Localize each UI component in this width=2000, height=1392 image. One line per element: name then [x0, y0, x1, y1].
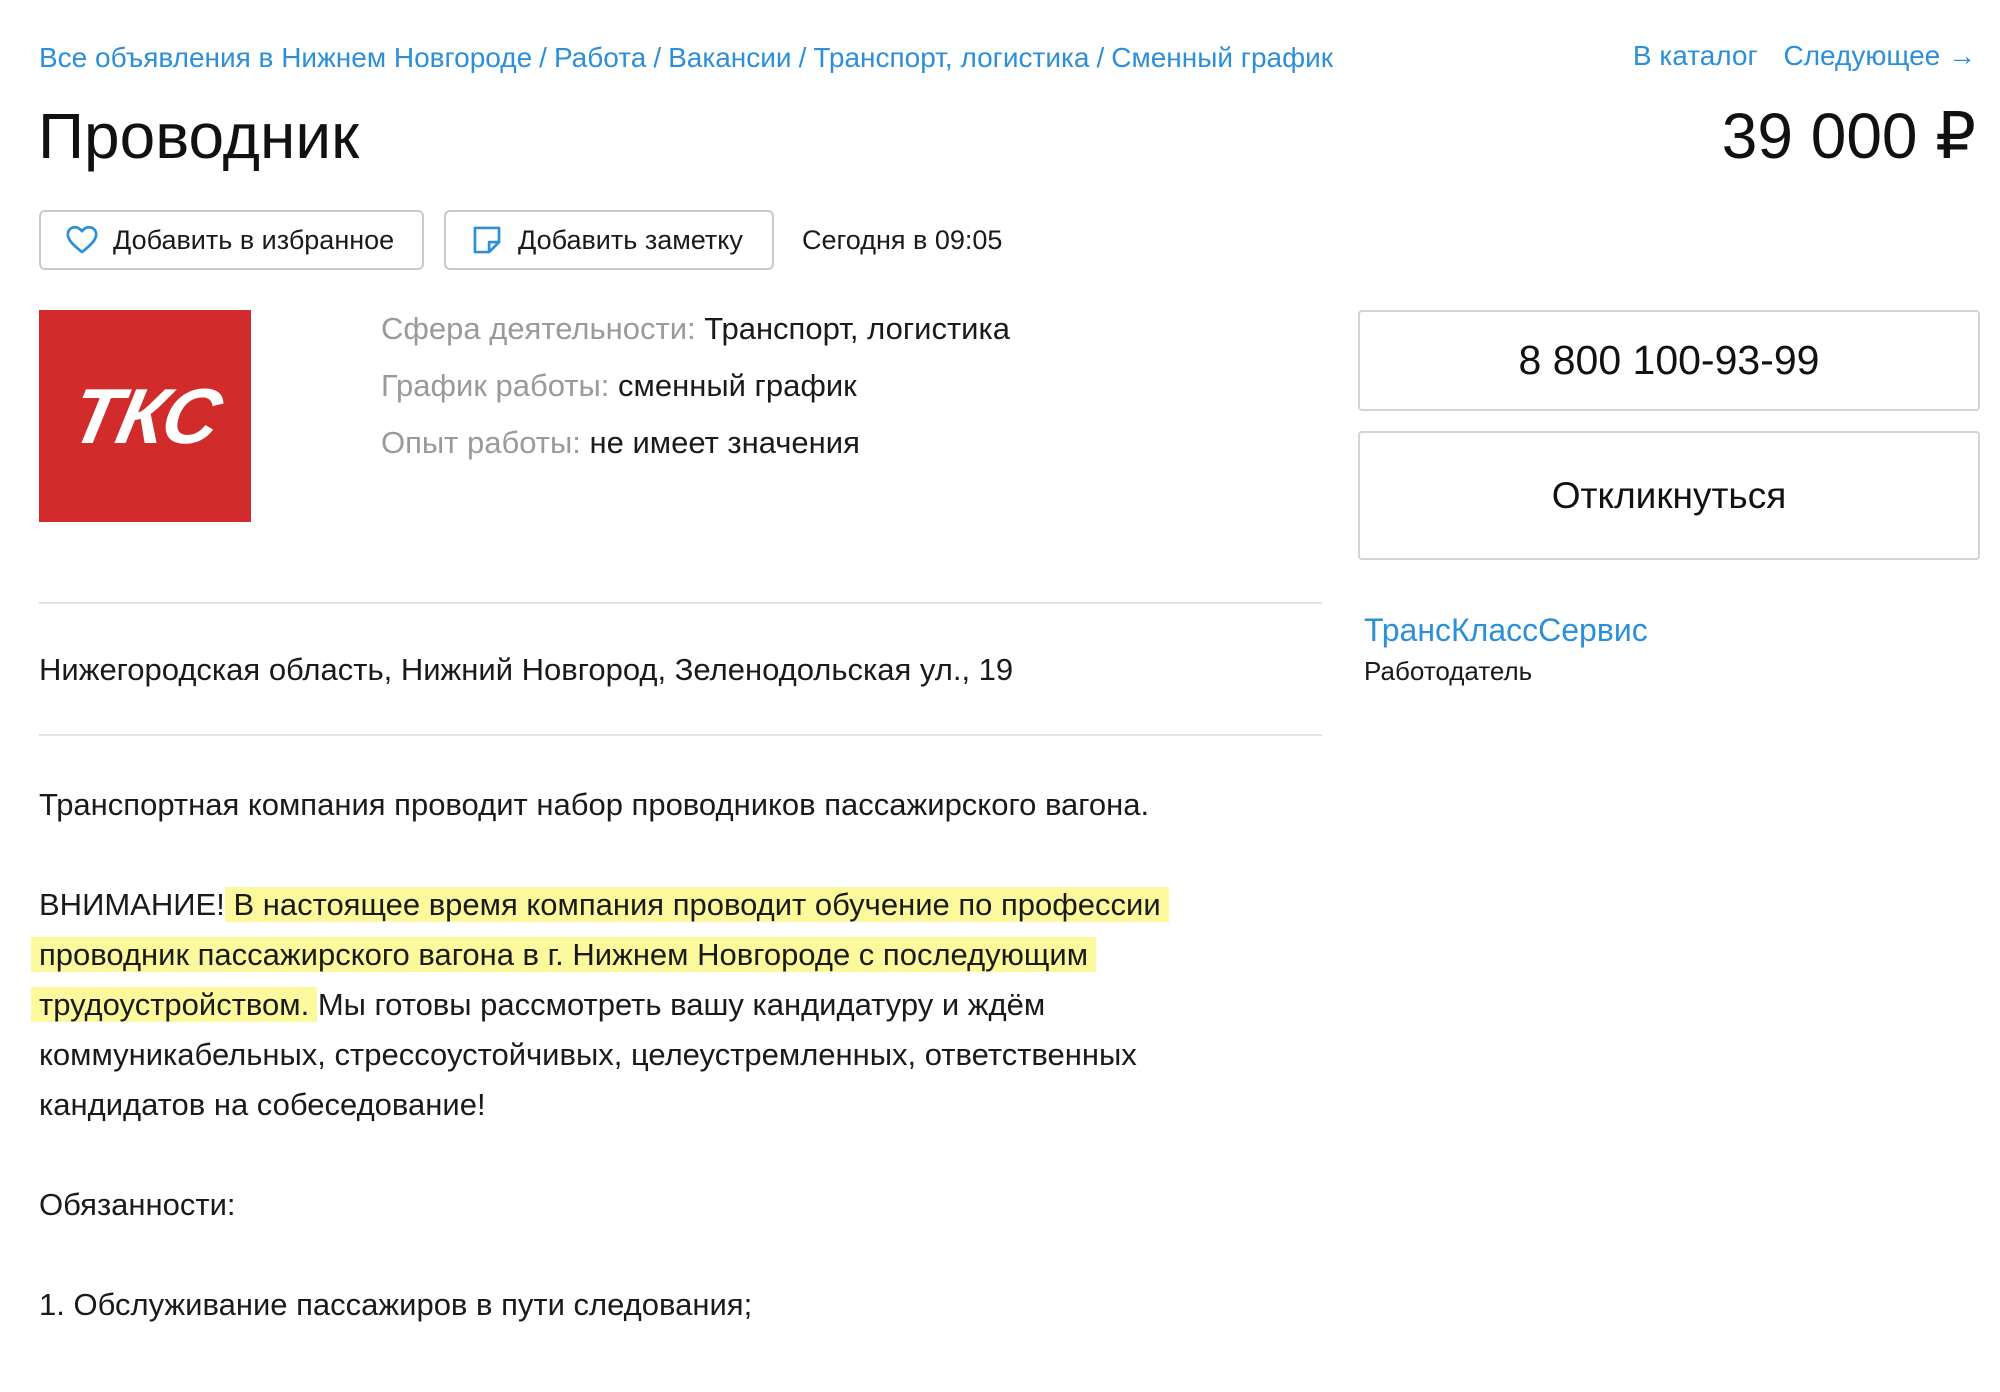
listing-page: Все объявления в Нижнем Новгороде / Работа…: [0, 0, 2000, 1392]
add-to-favorites-button[interactable]: Добавить в избранное: [39, 210, 424, 270]
reply-button[interactable]: Откликнуться: [1358, 431, 1980, 560]
note-icon: [470, 223, 504, 257]
duty-item: 1. Обслуживание пассажиров в пути следов…: [39, 1287, 753, 1322]
param-key: Сфера деятельности:: [381, 311, 696, 346]
address: Нижегородская область, Нижний Новгород, …: [39, 652, 1014, 687]
add-note-label: Добавить заметку: [518, 224, 743, 255]
param-field: Сфера деятельности: Транспорт, логистика: [381, 310, 1010, 347]
breadcrumb-item-all[interactable]: Все объявления в Нижнем Новгороде: [39, 42, 532, 73]
top-navigation: В каталог Следующее →: [1615, 38, 1976, 74]
company-role: Работодатель: [1364, 656, 1533, 686]
description: Транспортная компания проводит набор про…: [39, 780, 1239, 1330]
breadcrumb: Все объявления в Нижнем Новгороде / Работа…: [39, 42, 1334, 73]
param-schedule: График работы: сменный график: [381, 367, 1010, 404]
breadcrumb-item-vacancies[interactable]: Вакансии: [668, 42, 791, 73]
company-logo-text: ТКС: [63, 371, 227, 460]
description-attention: ВНИМАНИЕ! В настоящее время компания про…: [39, 880, 1239, 1130]
add-to-favorites-label: Добавить в избранное: [113, 224, 395, 255]
param-value: сменный график: [618, 368, 857, 403]
catalog-link[interactable]: В каталог: [1633, 40, 1758, 71]
salary-price: 39 000 ₽: [1721, 100, 1976, 172]
job-params: Сфера деятельности: Транспорт, логистика…: [381, 310, 1010, 481]
show-phone-button[interactable]: 8 800 100-93-99: [1358, 310, 1980, 411]
attention-prefix: ВНИМАНИЕ!: [39, 887, 225, 922]
page-title: Проводник: [38, 100, 360, 172]
param-experience: Опыт работы: не имеет значения: [381, 424, 1010, 461]
description-intro: Транспортная компания проводит набор про…: [39, 787, 1150, 822]
breadcrumb-item-shift[interactable]: Сменный график: [1111, 42, 1333, 73]
param-key: График работы:: [381, 368, 610, 403]
duties-heading: Обязанности:: [39, 1187, 236, 1222]
next-listing-link[interactable]: Следующее →: [1784, 40, 1977, 71]
divider: [39, 734, 1322, 736]
heart-icon: [65, 223, 99, 257]
breadcrumb-item-transport[interactable]: Транспорт, логистика: [813, 42, 1089, 73]
breadcrumb-item-work[interactable]: Работа: [554, 42, 646, 73]
posted-time: Сегодня в 09:05: [802, 225, 1003, 255]
param-key: Опыт работы:: [381, 425, 581, 460]
company-link[interactable]: ТрансКлассСервис: [1364, 610, 1648, 650]
divider: [39, 602, 1322, 604]
company-logo: ТКС: [39, 310, 251, 522]
param-value: не имеет значения: [589, 425, 860, 460]
param-value: Транспорт, логистика: [704, 311, 1010, 346]
add-note-button[interactable]: Добавить заметку: [444, 210, 774, 270]
